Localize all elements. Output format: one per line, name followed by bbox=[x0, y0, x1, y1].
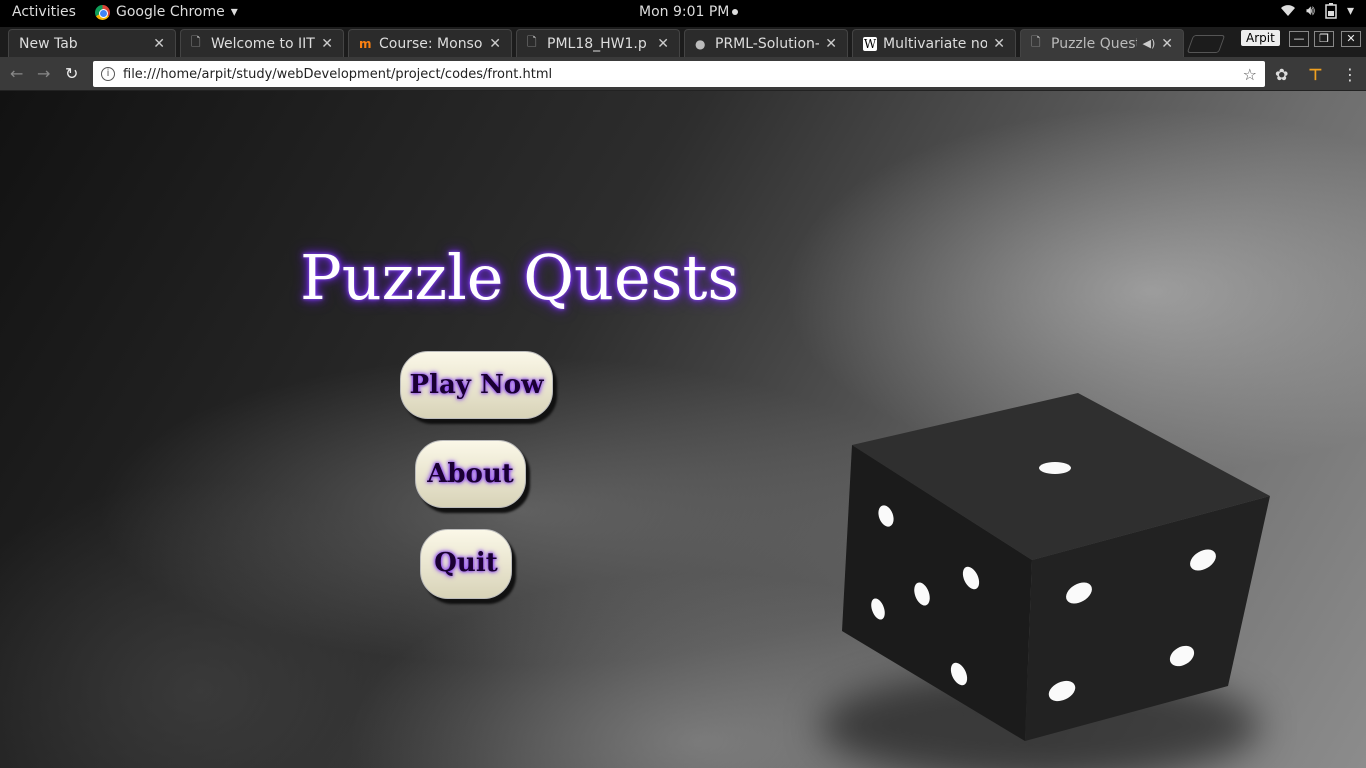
volume-icon: 🔊︎ bbox=[1306, 3, 1315, 19]
close-icon[interactable]: ✕ bbox=[993, 36, 1005, 52]
tab-label: PRML-Solution- bbox=[715, 35, 820, 52]
tab-prml[interactable]: ● PRML-Solution- ✕ bbox=[684, 29, 848, 57]
close-icon[interactable]: ✕ bbox=[657, 36, 669, 52]
notification-dot-icon bbox=[732, 9, 739, 15]
app-name: Google Chrome bbox=[116, 4, 225, 20]
tab-label: PML18_HW1.p bbox=[547, 35, 647, 52]
tab-strip: New Tab ✕ 🗋 Welcome to IIT ✕ m Course: M… bbox=[0, 27, 1366, 57]
restore-icon[interactable]: ❐ bbox=[1314, 31, 1334, 47]
browser-toolbar: ← → ↻ i file:///home/arpit/study/webDeve… bbox=[0, 57, 1366, 91]
clock[interactable]: Mon 9:01 PM bbox=[639, 4, 739, 20]
reload-icon[interactable]: ↻ bbox=[65, 64, 78, 83]
close-window-icon[interactable]: ✕ bbox=[1341, 31, 1361, 47]
chrome-icon bbox=[95, 4, 110, 20]
clock-text: Mon 9:01 PM bbox=[639, 4, 730, 20]
page-icon: 🗋 bbox=[527, 35, 537, 49]
close-icon[interactable]: ✕ bbox=[825, 36, 837, 52]
tab-label: Puzzle Quest bbox=[1051, 35, 1137, 52]
menu-kebab-icon[interactable]: ⋮ bbox=[1342, 65, 1358, 84]
system-tray[interactable]: 🔊︎ ▾ bbox=[1280, 3, 1354, 23]
info-icon[interactable]: i bbox=[101, 67, 115, 81]
url-text[interactable]: file:///home/arpit/study/webDevelopment/… bbox=[123, 67, 1243, 82]
tab-puzzle-quest[interactable]: 🗋 Puzzle Quest ◀) ✕ bbox=[1020, 29, 1184, 57]
page-content: Puzzle Quests Play Now About Quit bbox=[0, 91, 1366, 768]
chevron-down-icon: ▾ bbox=[230, 4, 238, 20]
extension-icon[interactable]: ⊤ bbox=[1308, 65, 1323, 84]
moodle-icon: m bbox=[359, 36, 372, 51]
extension-icon[interactable]: ✿ bbox=[1275, 65, 1288, 84]
battery-icon bbox=[1325, 3, 1337, 23]
tab-new-tab[interactable]: New Tab ✕ bbox=[8, 29, 176, 57]
profile-button[interactable]: Arpit bbox=[1241, 30, 1280, 46]
speaker-icon: ◀) bbox=[1142, 37, 1156, 50]
new-tab-button[interactable] bbox=[1186, 35, 1226, 53]
close-icon[interactable]: ✕ bbox=[153, 36, 165, 52]
close-icon[interactable]: ✕ bbox=[489, 36, 501, 52]
tab-course[interactable]: m Course: Monsoo ✕ bbox=[348, 29, 512, 57]
tab-label: Course: Monsoo bbox=[379, 35, 484, 52]
back-icon[interactable]: ← bbox=[10, 64, 23, 83]
wikipedia-icon: W bbox=[863, 36, 877, 51]
activities-button[interactable]: Activities bbox=[12, 4, 76, 20]
forward-icon[interactable]: → bbox=[37, 64, 50, 83]
page-icon: 🗋 bbox=[1031, 35, 1041, 49]
minimize-icon[interactable]: — bbox=[1289, 31, 1309, 47]
tab-label: Welcome to IIT bbox=[211, 35, 315, 52]
wifi-icon bbox=[1280, 3, 1296, 23]
dice-pip bbox=[1039, 462, 1071, 474]
system-top-bar: Activities Google Chrome ▾ Mon 9:01 PM 🔊… bbox=[0, 0, 1366, 27]
dice-illustration bbox=[842, 393, 1270, 741]
bookmark-star-icon[interactable]: ☆ bbox=[1243, 65, 1257, 84]
tab-label: New Tab bbox=[19, 35, 78, 52]
page-icon: 🗋 bbox=[191, 35, 201, 49]
tab-label: Multivariate nor bbox=[883, 35, 988, 52]
tab-pml18[interactable]: 🗋 PML18_HW1.p ✕ bbox=[516, 29, 680, 57]
close-icon[interactable]: ✕ bbox=[1161, 36, 1173, 52]
address-bar[interactable]: i file:///home/arpit/study/webDevelopmen… bbox=[93, 61, 1265, 87]
tab-welcome[interactable]: 🗋 Welcome to IIT ✕ bbox=[180, 29, 344, 57]
github-icon: ● bbox=[695, 36, 706, 51]
app-menu[interactable]: Google Chrome ▾ bbox=[95, 4, 238, 20]
tab-multivariate[interactable]: W Multivariate nor ✕ bbox=[852, 29, 1016, 57]
close-icon[interactable]: ✕ bbox=[321, 36, 333, 52]
chevron-down-icon: ▾ bbox=[1346, 3, 1354, 19]
